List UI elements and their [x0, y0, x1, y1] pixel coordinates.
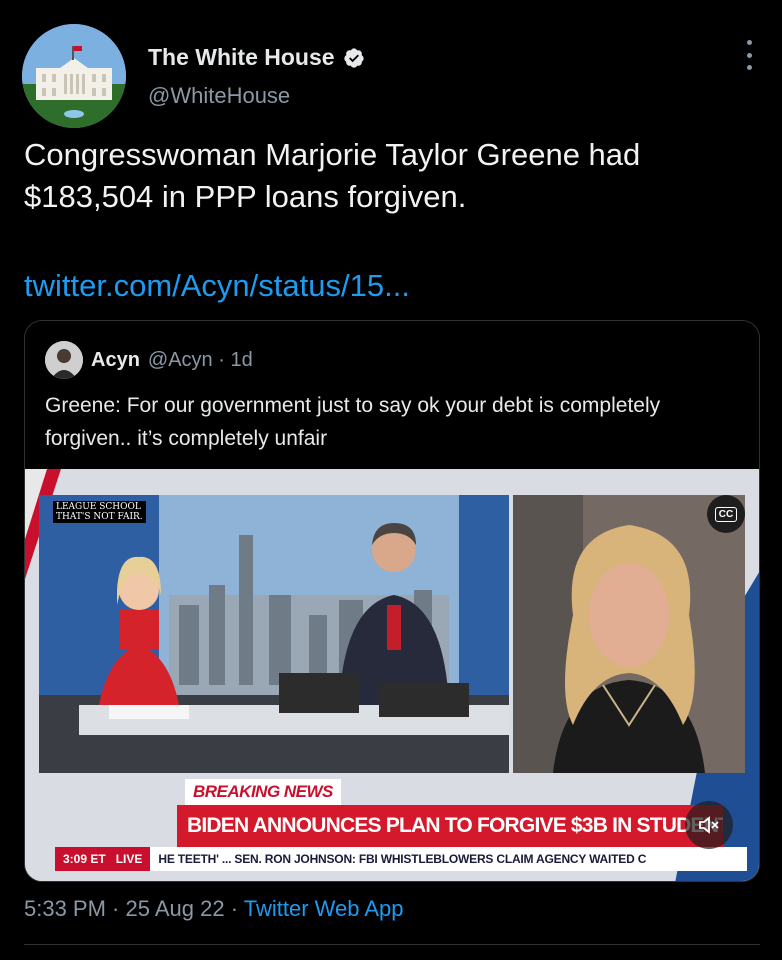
league-school-caption: LEAGUE SCHOOL THAT'S NOT FAIR.: [53, 501, 146, 523]
broadcast-time: 3:09 ET: [63, 852, 106, 866]
tweet-timestamp: 5:33 PM · 25 Aug 22 · Twitter Web App: [24, 896, 404, 922]
video-player[interactable]: LEAGUE SCHOOL THAT'S NOT FAIR. CC BREAKI…: [25, 469, 759, 881]
author-info[interactable]: The White House @WhiteHouse: [148, 44, 365, 109]
league-line-1: LEAGUE SCHOOL: [56, 502, 141, 512]
league-line-2: THAT'S NOT FAIR.: [56, 512, 143, 522]
quoted-author-name[interactable]: Acyn: [91, 349, 140, 372]
divider: [24, 944, 760, 945]
timestamp-text[interactable]: 5:33 PM · 25 Aug 22 ·: [24, 896, 244, 921]
tweet-source[interactable]: Twitter Web App: [244, 896, 404, 921]
quoted-tweet-header: Acyn @Acyn · 1d: [45, 341, 253, 379]
tweet-header: The White House @WhiteHouse: [22, 24, 762, 128]
news-headline-banner: BIDEN ANNOUNCES PLAN TO FORGIVE $3B IN S…: [177, 805, 723, 847]
ticker-text: HE TEETH' ... SEN. RON JOHNSON: FBI WHIS…: [158, 852, 647, 866]
acyn-avatar[interactable]: [45, 341, 83, 379]
tweet-text: Congresswoman Marjorie Taylor Greene had…: [24, 137, 641, 214]
author-handle[interactable]: @WhiteHouse: [148, 83, 365, 109]
guest-video-feed: CC: [513, 495, 745, 773]
closed-captions-icon[interactable]: CC: [707, 495, 745, 533]
white-house-avatar[interactable]: [22, 24, 126, 128]
live-label: LIVE: [115, 852, 143, 866]
tweet-link[interactable]: twitter.com/Acyn/status/15...: [24, 268, 410, 304]
display-name-text: The White House: [148, 44, 335, 70]
quoted-tweet-text: Greene: For our government just to say o…: [45, 394, 661, 450]
verified-badge-icon: [343, 47, 364, 68]
quoted-tweet[interactable]: Acyn @Acyn · 1d Greene: For our governme…: [24, 320, 760, 882]
time-live-badge: 3:09 ET LIVE: [55, 847, 151, 871]
cc-label: CC: [714, 506, 738, 522]
quoted-author-handle-time: @Acyn · 1d: [147, 348, 253, 371]
muted-speaker-icon[interactable]: [685, 801, 733, 849]
author-display-name[interactable]: The White House: [148, 44, 365, 71]
breaking-news-label: BREAKING NEWS: [185, 779, 341, 805]
news-ticker: 3:09 ET LIVE HE TEETH' ... SEN. RON JOHN…: [55, 847, 747, 871]
more-options-icon[interactable]: [742, 40, 756, 70]
studio-video-feed: LEAGUE SCHOOL THAT'S NOT FAIR.: [39, 495, 509, 773]
